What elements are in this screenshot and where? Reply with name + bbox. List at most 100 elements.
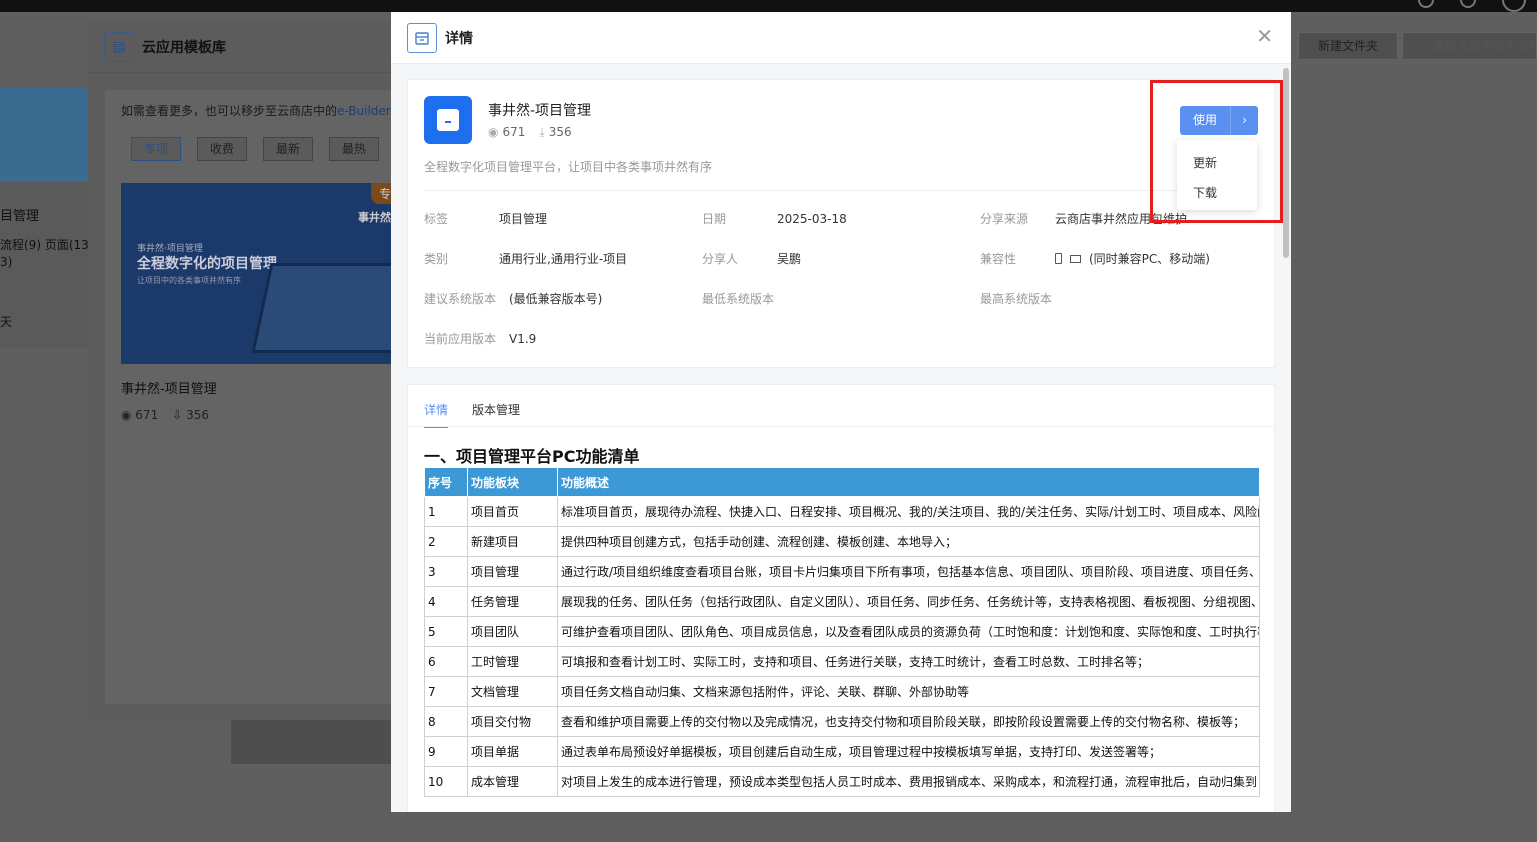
table-row: 4 任务管理 展现我的任务、团队任务（包括行政团队、自定义团队）、项目任务、同步任务… [424, 586, 1260, 617]
row-description: 可维护查看项目团队、团队角色、项目成员信息，以及查看团队成员的资源负荷（工时饱和… [557, 616, 1260, 647]
help-icon[interactable] [1460, 0, 1476, 8]
row-index: 10 [424, 766, 468, 797]
search-input[interactable]: 请输入应用英文名称 [1402, 32, 1537, 60]
desktop-icon [1070, 255, 1081, 263]
highlight-box [1150, 80, 1283, 223]
brand-logo-text: 事井然 [358, 211, 391, 224]
row-module: 工时管理 [467, 646, 558, 677]
column-header: 功能概述 [557, 467, 1260, 497]
tab-version-management[interactable]: 版本管理 [472, 401, 520, 428]
table-row: 5 项目团队 可维护查看项目团队、团队角色、项目成员信息，以及查看团队成员的资源负荷… [424, 616, 1260, 647]
downloads-stat: ⤓ 356 [539, 125, 571, 140]
field-value: 吴鹏 [777, 252, 802, 266]
field-value: (同时兼容PC、移动端) [1089, 252, 1210, 266]
library-body: 如需查看更多，也可以移步至云商店中的e-Builder 专项 收费 最新 最热 … [105, 90, 411, 704]
field-value: 2025-03-18 [777, 212, 847, 226]
field-label: 类别 [424, 252, 449, 266]
store-icon: ▤ [104, 31, 134, 62]
ebuilder-link[interactable]: e-Builder [337, 104, 391, 118]
image-tagline: 让项目中的各类事项井然有序 [137, 276, 241, 285]
row-module: 项目交付物 [467, 706, 558, 737]
field-value: 项目管理 [499, 212, 548, 226]
row-description: 查看和维护项目需要上传的交付物以及完成情况，也支持交付物和项目阶段关联，即按阶段… [557, 706, 1260, 737]
filter-newest[interactable]: 最新 [263, 137, 314, 161]
hint-text: 如需查看更多，也可以移步至云商店中的 [121, 104, 338, 118]
field-value: V1.9 [509, 332, 537, 346]
row-module: 文档管理 [467, 676, 558, 707]
field-min-version: 最低系统版本 [702, 290, 774, 307]
field-label: 兼容性 [980, 252, 1017, 266]
background-panel [231, 720, 391, 764]
detail-modal: 详情 ✕ 事井然-项目管理 ◉ 671 ⤓ 356 全程数字化项目管理平台，让项目中… [391, 12, 1291, 812]
detail-tabs: 详情 版本管理 [424, 401, 520, 428]
row-module: 项目团队 [467, 616, 558, 647]
laptop-illustration [251, 263, 411, 353]
field-value: 通用行业,通用行业-项目 [499, 252, 628, 266]
table-header-row: 序号 功能板块 功能概述 [424, 467, 1260, 497]
app-stats: ◉ 671 ⤓ 356 [488, 125, 572, 140]
scrollbar[interactable] [1283, 68, 1289, 258]
row-module: 项目管理 [467, 556, 558, 587]
row-description: 展现我的任务、团队任务（包括行政团队、自定义团队）、项目任务、同步任务、任务统计… [557, 586, 1260, 617]
row-description: 可填报和查看计划工时、实际工时，支持和项目、任务进行关联，支持工时统计，查看工时… [557, 646, 1260, 677]
row-description: 提供四种项目创建方式，包括手动创建、流程创建、模板创建、本地导入； [557, 526, 1260, 557]
views-count: 671 [502, 125, 526, 139]
row-index: 3 [424, 556, 468, 587]
field-label: 日期 [702, 212, 727, 226]
eye-icon: ◉ [488, 125, 499, 139]
modal-header: 详情 [391, 12, 1291, 64]
row-module: 任务管理 [467, 586, 558, 617]
row-description: 通过行政/项目组织维度查看项目台账，项目卡片归集项目下所有事项，包括基本信息、项… [557, 556, 1260, 587]
row-description: 通过表单布局预设好单据模板，项目创建后自动生成，项目管理过程中按模板填写单据，支… [557, 736, 1260, 767]
table-row: 8 项目交付物 查看和维护项目需要上传的交付物以及完成情况，也支持交付物和项目阶段关… [424, 706, 1260, 737]
filter-paid[interactable]: 收费 [197, 137, 248, 161]
table-row: 2 新建项目 提供四种项目创建方式，包括手动创建、流程创建、模板创建、本地导入； [424, 526, 1260, 557]
row-index: 2 [424, 526, 468, 557]
app-name: 事井然-项目管理 [488, 103, 592, 119]
field-compatibility: 兼容性 (同时兼容PC、移动端) [980, 250, 1210, 267]
background-app-meta2: 3) [0, 255, 13, 269]
tab-details[interactable]: 详情 [424, 401, 449, 428]
table-row: 10 成本管理 对项目上发生的成本进行管理，预设成本类型包括人员工时成本、费用报销成… [424, 766, 1260, 797]
filter-hottest[interactable]: 最热 [329, 137, 380, 161]
views-count: 671 [135, 408, 159, 422]
avatar[interactable] [1502, 0, 1526, 12]
background-app-time: 天 [0, 315, 13, 329]
eye-icon: ◉ [121, 408, 136, 422]
template-card-stats: ◉ 671 ⇩ 356 [121, 408, 209, 422]
download-icon: ⤓ [539, 125, 545, 139]
content-card: 详情 版本管理 一、项目管理平台PC功能清单 序号 功能板块 功能概述 1 项目首… [407, 384, 1275, 812]
field-current-version: 当前应用版本 V1.9 [424, 330, 536, 347]
store-icon [407, 22, 437, 53]
library-title: 云应用模板库 [142, 39, 226, 56]
field-label: 标签 [424, 212, 449, 226]
row-description: 对项目上发生的成本进行管理，预设成本类型包括人员工时成本、费用报销成本、采购成本… [557, 766, 1260, 797]
row-index: 4 [424, 586, 468, 617]
field-label: 分享人 [702, 252, 739, 266]
filter-special[interactable]: 专项 [131, 137, 182, 161]
field-date: 日期 2025-03-18 [702, 210, 847, 227]
table-row: 6 工时管理 可填报和查看计划工时、实际工时，支持和项目、任务进行关联，支持工时统计… [424, 646, 1260, 677]
background-app-meta: 流程(9) 页面(133) [0, 238, 102, 252]
row-description: 项目任务文档自动归集、文档来源包括附件，评论、关联、群聊、外部协助等 [557, 676, 1260, 707]
views-stat: ◉ 671 [488, 125, 525, 140]
template-card-image[interactable]: 专项 事井然 事井然·项目管理 全程数字化的项目管理 让项目中的各类事项井然有序 [121, 183, 411, 364]
field-label: 最低系统版本 [702, 292, 775, 306]
new-folder-button[interactable]: 新建文件夹 [1298, 32, 1398, 60]
template-card-name[interactable]: 事井然-项目管理 [121, 378, 217, 397]
field-label: 建议系统版本 [424, 292, 497, 306]
background-app-thumbnail [0, 88, 88, 182]
top-bar [0, 0, 1537, 12]
field-suggested-version: 建议系统版本 (最低兼容版本号) [424, 290, 602, 307]
search-icon[interactable] [1418, 0, 1434, 8]
row-index: 9 [424, 736, 468, 767]
download-icon: ⇩ [172, 408, 187, 422]
views-stat: ◉ 671 [121, 408, 158, 422]
field-label: 最高系统版本 [980, 292, 1053, 306]
row-module: 项目单据 [467, 736, 558, 767]
row-description: 标准项目首页，展现待办流程、快捷入口、日程安排、项目概况、我的/关注项目、我的/… [557, 496, 1260, 527]
close-icon[interactable]: ✕ [1256, 26, 1273, 46]
row-index: 5 [424, 616, 468, 647]
column-header: 序号 [424, 467, 468, 497]
table-row: 3 项目管理 通过行政/项目组织维度查看项目台账，项目卡片归集项目下所有事项，包括基… [424, 556, 1260, 587]
